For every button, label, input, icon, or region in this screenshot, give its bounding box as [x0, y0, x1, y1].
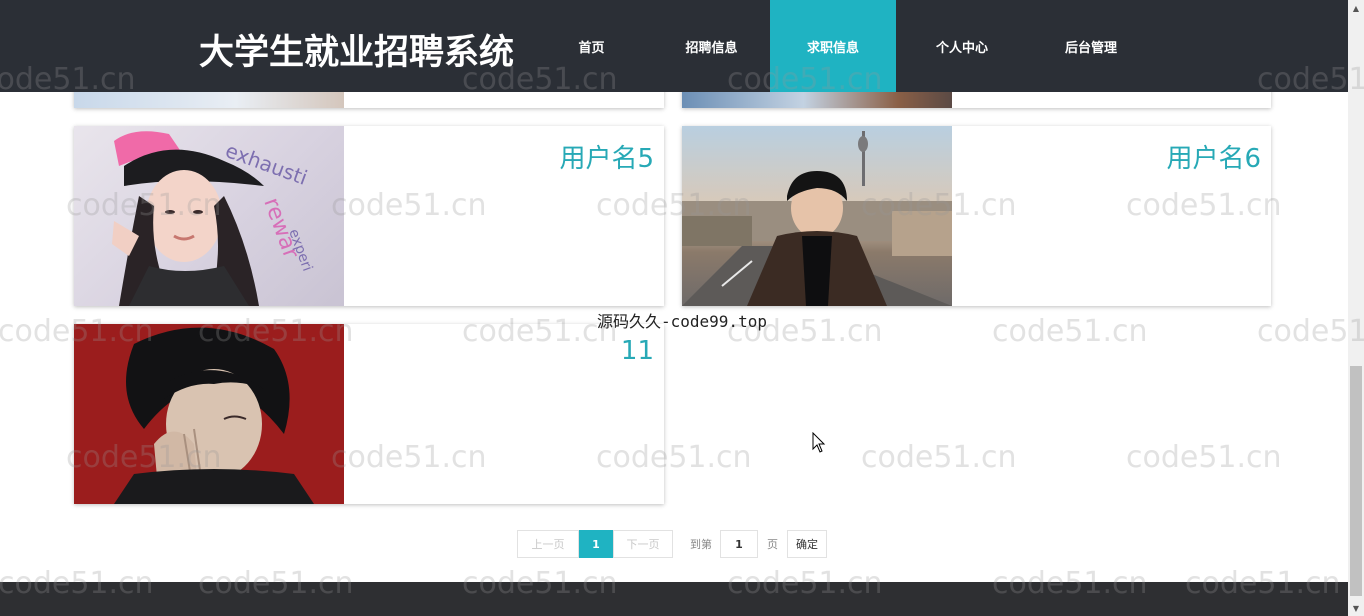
avatar-photo [682, 126, 952, 306]
mouse-cursor-icon [812, 432, 826, 453]
next-page-button[interactable]: 下一页 [613, 530, 673, 558]
center-watermark: 源码久久-code99.top [597, 312, 767, 331]
footer [0, 582, 1348, 616]
nav-item-personal-center[interactable]: 个人中心 [896, 0, 1028, 92]
avatar-photo [74, 324, 344, 504]
job-seeker-card[interactable]: 用户名6 [682, 126, 1271, 306]
scroll-down-arrow-icon[interactable]: ▼ [1348, 600, 1364, 616]
page-number-current[interactable]: 1 [579, 530, 613, 558]
watermark: code51.cn [861, 440, 1017, 475]
goto-suffix-label: 页 [767, 538, 778, 551]
nav-item-job-seeking[interactable]: 求职信息 [770, 0, 896, 92]
vertical-scrollbar[interactable]: ▲ ▼ [1348, 0, 1364, 616]
prev-page-button[interactable]: 上一页 [517, 530, 579, 558]
nav-item-admin[interactable]: 后台管理 [1028, 0, 1154, 92]
goto-page-input[interactable] [720, 530, 758, 558]
scrollbar-thumb[interactable] [1350, 366, 1362, 596]
main-nav: 首页 招聘信息 求职信息 个人中心 后台管理 [530, 0, 1154, 92]
pagination: 上一页 1 下一页 到第 页 确定 [517, 530, 827, 558]
avatar-photo: exhausti rewar experi [74, 126, 344, 306]
user-name: 用户名5 [559, 144, 654, 174]
job-seeker-card[interactable]: 11 [74, 324, 664, 504]
top-navbar: 大学生就业招聘系统 首页 招聘信息 求职信息 个人中心 后台管理 [0, 0, 1348, 92]
scroll-up-arrow-icon[interactable]: ▲ [1348, 0, 1364, 16]
nav-item-job-postings[interactable]: 招聘信息 [653, 0, 770, 92]
site-title: 大学生就业招聘系统 [199, 33, 515, 73]
goto-prefix-label: 到第 [690, 538, 712, 551]
nav-item-home[interactable]: 首页 [530, 0, 653, 92]
page: 大学生就业招聘系统 首页 招聘信息 求职信息 个人中心 后台管理 exhaust… [0, 0, 1364, 616]
user-name: 用户名6 [1166, 144, 1261, 174]
user-name: 11 [620, 336, 654, 366]
goto-confirm-button[interactable]: 确定 [787, 530, 827, 558]
watermark: code51.cn [1126, 440, 1282, 475]
watermark: code51.cn [992, 314, 1148, 349]
job-seeker-card[interactable]: exhausti rewar experi 用户名5 [74, 126, 664, 306]
